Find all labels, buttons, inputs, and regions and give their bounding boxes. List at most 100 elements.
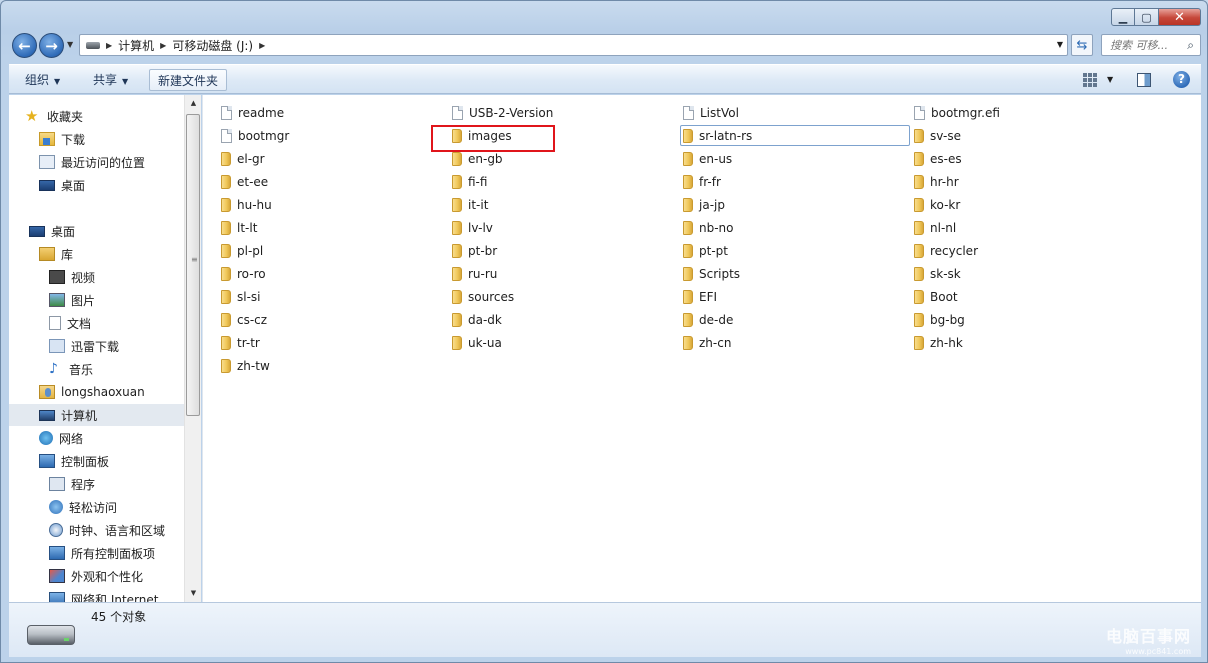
nav-documents[interactable]: 文档 <box>49 312 91 334</box>
file-item[interactable]: readme <box>221 103 284 122</box>
folder-item[interactable]: zh-tw <box>221 356 270 375</box>
nav-control-panel[interactable]: 控制面板 <box>39 450 109 472</box>
nav-network-internet[interactable]: 网络和 Internet <box>49 588 158 602</box>
nav-pictures[interactable]: 图片 <box>49 289 95 311</box>
nav-desktop-favorite[interactable]: 桌面 <box>39 174 85 196</box>
folder-item[interactable]: EFI <box>683 287 717 306</box>
scroll-up-arrow-icon[interactable]: ▲ <box>185 95 202 112</box>
folder-item[interactable]: sl-si <box>221 287 261 306</box>
preview-pane-icon[interactable] <box>1137 73 1151 87</box>
folder-item[interactable]: Boot <box>914 287 958 306</box>
breadcrumb-chevron-icon[interactable]: ▶ <box>259 41 265 50</box>
back-button[interactable]: ← <box>12 33 37 58</box>
nav-label: 网络 <box>59 431 84 446</box>
maximize-button[interactable]: ▢ <box>1135 8 1159 26</box>
breadcrumb-drive[interactable]: 可移动磁盘 (J:) <box>172 37 253 54</box>
nav-desktop[interactable]: 桌面 <box>29 220 75 242</box>
nav-all-control-panel-items[interactable]: 所有控制面板项 <box>49 542 155 564</box>
recent-pages-dropdown[interactable]: ▼ <box>67 40 73 49</box>
breadcrumb-chevron-icon[interactable]: ▶ <box>106 41 112 50</box>
search-box[interactable]: ⌕ <box>1101 34 1201 56</box>
folder-item[interactable]: pl-pl <box>221 241 263 260</box>
nav-music[interactable]: ♪ 音乐 <box>49 358 93 380</box>
folder-item[interactable]: sv-se <box>914 126 961 145</box>
nav-programs[interactable]: 程序 <box>49 473 95 495</box>
forward-button[interactable]: → <box>39 33 64 58</box>
folder-item[interactable]: recycler <box>914 241 978 260</box>
search-icon[interactable]: ⌕ <box>1187 38 1194 53</box>
nav-downloads[interactable]: 下载 <box>39 128 85 150</box>
folder-item[interactable]: de-de <box>683 310 733 329</box>
folder-item[interactable]: hr-hr <box>914 172 959 191</box>
folder-item[interactable]: fi-fi <box>452 172 487 191</box>
file-item[interactable]: USB-2-Version <box>452 103 553 122</box>
folder-item[interactable]: ru-ru <box>452 264 497 283</box>
folder-item[interactable]: pt-br <box>452 241 497 260</box>
item-name: bootmgr.efi <box>931 105 1000 120</box>
nav-recent-places[interactable]: 最近访问的位置 <box>39 151 145 173</box>
folder-item[interactable]: da-dk <box>452 310 502 329</box>
folder-item[interactable]: ko-kr <box>914 195 960 214</box>
folder-item[interactable]: es-es <box>914 149 962 168</box>
folder-item[interactable]: uk-ua <box>452 333 502 352</box>
nav-xunlei-downloads[interactable]: 迅雷下载 <box>49 335 119 357</box>
folder-item[interactable]: it-it <box>452 195 488 214</box>
scrollbar-thumb[interactable]: ≡ <box>186 114 200 416</box>
organize-menu[interactable]: 组织 ▼ <box>17 69 68 91</box>
item-name: sources <box>468 289 515 304</box>
nav-libraries[interactable]: 库 <box>39 243 73 265</box>
folder-item[interactable]: lv-lv <box>452 218 493 237</box>
folder-item[interactable]: en-gb <box>452 149 503 168</box>
nav-favorites[interactable]: ★ 收藏夹 <box>25 105 83 127</box>
file-item[interactable]: bootmgr.efi <box>914 103 1000 122</box>
folder-item[interactable]: sk-sk <box>914 264 961 283</box>
search-input[interactable] <box>1110 38 1176 52</box>
nav-clock-language-region[interactable]: 时钟、语言和区域 <box>49 519 165 541</box>
folder-item[interactable]: bg-bg <box>914 310 965 329</box>
address-bar[interactable]: ▶ 计算机 ▶ 可移动磁盘 (J:) ▶ ▼ <box>79 34 1068 56</box>
folder-item[interactable]: cs-cz <box>221 310 267 329</box>
folder-item[interactable]: fr-fr <box>683 172 721 191</box>
refresh-button[interactable]: ⇆ <box>1071 34 1093 56</box>
help-icon[interactable]: ? <box>1173 71 1190 88</box>
close-button[interactable]: ✕ <box>1159 8 1201 26</box>
folder-item[interactable]: sources <box>452 287 514 306</box>
folder-item[interactable]: sr-latn-rs <box>683 126 752 145</box>
address-history-dropdown[interactable]: ▼ <box>1057 40 1063 49</box>
folder-item[interactable]: images <box>452 126 512 145</box>
scroll-down-arrow-icon[interactable]: ▼ <box>185 585 202 602</box>
nav-label: 库 <box>61 247 74 262</box>
folder-item[interactable]: zh-cn <box>683 333 731 352</box>
nav-videos[interactable]: 视频 <box>49 266 95 288</box>
folder-item[interactable]: en-us <box>683 149 732 168</box>
nav-computer[interactable]: 计算机 <box>9 404 184 426</box>
view-options-dropdown[interactable]: ▼ <box>1107 75 1113 84</box>
folder-item[interactable]: pt-pt <box>683 241 728 260</box>
share-menu[interactable]: 共享 ▼ <box>85 69 136 91</box>
new-folder-button[interactable]: 新建文件夹 <box>149 69 228 91</box>
change-view-icon[interactable] <box>1083 73 1097 87</box>
file-item[interactable]: bootmgr <box>221 126 289 145</box>
folder-item[interactable]: hu-hu <box>221 195 272 214</box>
breadcrumb-chevron-icon[interactable]: ▶ <box>160 41 166 50</box>
folder-item[interactable]: nb-no <box>683 218 734 237</box>
navigation-scrollbar[interactable]: ▲ ≡ ▼ <box>184 95 201 602</box>
nav-appearance[interactable]: 外观和个性化 <box>49 565 143 587</box>
nav-label: 文档 <box>67 316 92 331</box>
folder-item[interactable]: tr-tr <box>221 333 260 352</box>
folder-item[interactable]: zh-hk <box>914 333 963 352</box>
folder-item[interactable]: lt-lt <box>221 218 257 237</box>
folder-item[interactable]: nl-nl <box>914 218 956 237</box>
nav-network[interactable]: 网络 <box>39 427 83 449</box>
nav-ease-of-access[interactable]: 轻松访问 <box>49 496 117 518</box>
folder-item[interactable]: ro-ro <box>221 264 266 283</box>
nav-user-folder[interactable]: longshaoxuan <box>39 381 145 403</box>
folder-item[interactable]: et-ee <box>221 172 268 191</box>
file-item[interactable]: ListVol <box>683 103 739 122</box>
folder-item[interactable]: Scripts <box>683 264 740 283</box>
folder-item[interactable]: ja-jp <box>683 195 725 214</box>
folder-item[interactable]: el-gr <box>221 149 265 168</box>
minimize-button[interactable]: ▁ <box>1111 8 1135 26</box>
navigation-pane: ★ 收藏夹 下载 最近访问的位置 桌面 桌面 库 视频 图片 文档 迅雷下载 ♪ 音… <box>9 95 184 602</box>
breadcrumb-computer[interactable]: 计算机 <box>118 37 154 54</box>
